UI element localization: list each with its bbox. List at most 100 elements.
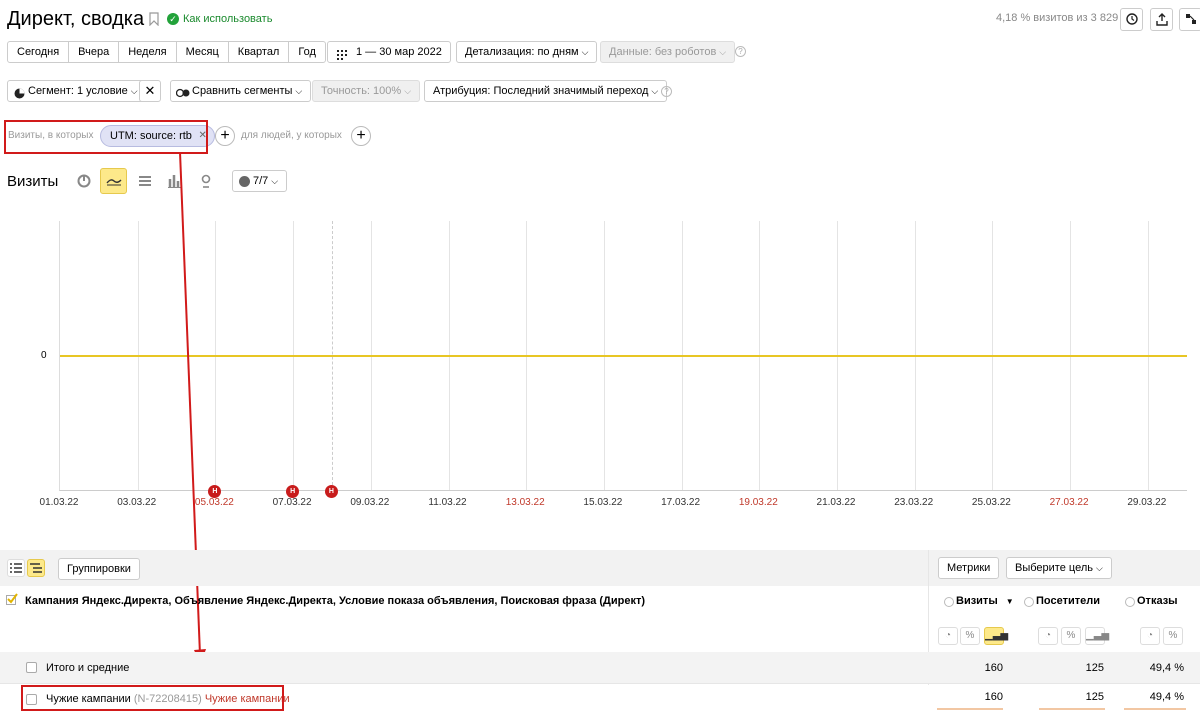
x-tick-label: 25.03.22	[971, 497, 1011, 508]
x-tick-label: 13.03.22	[505, 497, 545, 508]
annotation-box-row	[21, 685, 284, 711]
add-people-condition-button[interactable]: +	[351, 126, 371, 146]
pie-toggle-icon[interactable]: ◔	[1140, 627, 1160, 645]
help-check-icon: ✓	[167, 13, 179, 25]
row-bounce: 49,4 %	[1149, 691, 1184, 703]
compare-label: Сравнить сегменты	[192, 85, 293, 97]
column-visits-label: Визиты	[956, 595, 998, 607]
period-week[interactable]: Неделя	[118, 41, 177, 63]
totals-visitors: 125	[1085, 662, 1104, 674]
row-visits: 160	[984, 691, 1003, 703]
chevron-down-icon: ⌵	[719, 47, 727, 57]
totals-checkbox[interactable]	[26, 662, 37, 673]
x-tick-label: 21.03.22	[816, 497, 856, 508]
chevron-down-icon: ⌵	[651, 86, 659, 96]
export-icon[interactable]	[1150, 8, 1173, 31]
compare-segments-dropdown[interactable]: Сравнить сегменты ⌵	[170, 80, 312, 102]
segment-dropdown[interactable]: Сегмент: 1 условие ⌵	[7, 80, 147, 102]
x-tick-label: 17.03.22	[661, 497, 701, 508]
x-tick-label: 27.03.22	[1049, 497, 1089, 508]
help-icon[interactable]	[944, 597, 954, 607]
event-marker[interactable]: H	[286, 485, 300, 498]
totals-label: Итого и средние	[46, 662, 130, 674]
percent-toggle-icon[interactable]: %	[1163, 627, 1183, 645]
series-count-label: 7/7	[253, 175, 269, 187]
x-tick-label: 23.03.22	[894, 497, 934, 508]
series-line[interactable]	[60, 355, 1187, 357]
dimension-checkbox[interactable]	[6, 593, 18, 605]
annotation-arrow	[179, 151, 206, 665]
column-bounce[interactable]: Отказы	[1137, 595, 1178, 607]
metrics-button[interactable]: Метрики	[938, 557, 1000, 579]
percent-toggle-icon[interactable]: %	[1061, 627, 1081, 645]
totals-visits: 160	[984, 662, 1003, 674]
goal-label: Выберите цель	[1015, 562, 1093, 574]
column-visits[interactable]: Визиты ▼	[956, 595, 1014, 607]
clear-segment-button[interactable]: ✕	[139, 80, 161, 102]
bounce-share-bar	[1124, 708, 1186, 710]
x-tick-label: 01.03.22	[39, 497, 79, 508]
goal-dropdown[interactable]: Выберите цель ⌵	[1006, 557, 1112, 579]
help-icon[interactable]: ?	[735, 46, 746, 57]
groupings-button[interactable]: Группировки	[58, 558, 140, 580]
bookmark-icon[interactable]	[149, 12, 159, 27]
x-tick-label: 07.03.22	[272, 497, 312, 508]
help-icon[interactable]	[1125, 597, 1135, 607]
dimension-header[interactable]: Кампания Яндекс.Директа, Объявление Янде…	[25, 595, 915, 607]
history-icon[interactable]	[1120, 8, 1143, 31]
x-tick-label: 19.03.22	[738, 497, 778, 508]
row-visitors: 125	[1085, 691, 1104, 703]
share-icon[interactable]	[1179, 8, 1200, 31]
pie-chart-type-icon[interactable]	[77, 174, 91, 188]
x-tick-label: 11.03.22	[428, 497, 467, 508]
chevron-down-icon: ⌵	[1095, 563, 1103, 573]
event-marker[interactable]: H	[324, 485, 338, 498]
totals-bounce: 49,4 %	[1149, 662, 1184, 674]
detail-dropdown[interactable]: Детализация: по дням ⌵	[456, 41, 598, 63]
attribution-label: Атрибуция: Последний значимый переход	[433, 85, 649, 97]
column-visitors[interactable]: Посетители	[1036, 595, 1100, 607]
segment-label: Сегмент: 1 условие	[28, 85, 128, 97]
chevron-down-icon: ⌵	[404, 86, 412, 96]
x-tick-label: 29.03.22	[1127, 497, 1167, 508]
x-tick-label: 03.03.22	[117, 497, 157, 508]
series-count-dropdown[interactable]: 7/7 ⌵	[232, 170, 288, 192]
area-chart-type-icon[interactable]	[138, 174, 152, 188]
y-tick-label: 0	[41, 350, 47, 361]
bar-toggle-icon[interactable]: ▁▃▅	[984, 627, 1008, 645]
compare-icon	[175, 85, 190, 98]
date-range-button[interactable]: 1 — 30 мар 2022	[327, 41, 451, 63]
sort-desc-icon: ▼	[1005, 597, 1014, 606]
tree-view-icon[interactable]	[27, 559, 45, 577]
help-icon[interactable]	[1024, 597, 1034, 607]
visits-share-bar	[937, 708, 1003, 710]
pie-toggle-icon[interactable]: ◔	[938, 627, 958, 645]
bar-toggle-icon[interactable]: ▁▃▅	[1085, 627, 1109, 645]
data-filter-dropdown[interactable]: Данные: без роботов ⌵	[600, 41, 736, 63]
period-selector: Сегодня Вчера Неделя Месяц Квартал Год	[7, 41, 326, 63]
pie-toggle-icon[interactable]: ◔	[1038, 627, 1058, 645]
period-quarter[interactable]: Квартал	[227, 41, 290, 63]
people-filter-label: для людей, у которых	[241, 130, 342, 141]
period-yesterday[interactable]: Вчера	[68, 41, 120, 63]
period-month[interactable]: Месяц	[175, 41, 229, 63]
period-today[interactable]: Сегодня	[7, 41, 70, 63]
x-tick-label: 15.03.22	[583, 497, 623, 508]
help-icon[interactable]: ?	[661, 86, 672, 97]
data-filter-label: Данные: без роботов	[609, 46, 717, 58]
accuracy-dropdown[interactable]: Точность: 100% ⌵	[312, 80, 421, 102]
add-visit-condition-button[interactable]: +	[215, 126, 235, 146]
percent-toggle-icon[interactable]: %	[960, 627, 980, 645]
visits-share: 4,18 % визитов из 3 829	[996, 12, 1119, 24]
close-icon: ✕	[144, 83, 156, 98]
detail-label: Детализация: по дням	[465, 46, 579, 58]
period-year[interactable]: Год	[288, 41, 326, 63]
attribution-dropdown[interactable]: Атрибуция: Последний значимый переход ⌵	[424, 80, 668, 102]
how-to-use-link[interactable]: Как использовать	[183, 13, 272, 25]
comment-icon	[239, 176, 250, 187]
calendar-icon	[337, 47, 349, 60]
list-view-icon[interactable]	[7, 559, 25, 577]
line-chart-type-icon[interactable]	[100, 168, 127, 194]
pie-icon	[14, 86, 25, 99]
chevron-down-icon: ⌵	[581, 47, 589, 57]
